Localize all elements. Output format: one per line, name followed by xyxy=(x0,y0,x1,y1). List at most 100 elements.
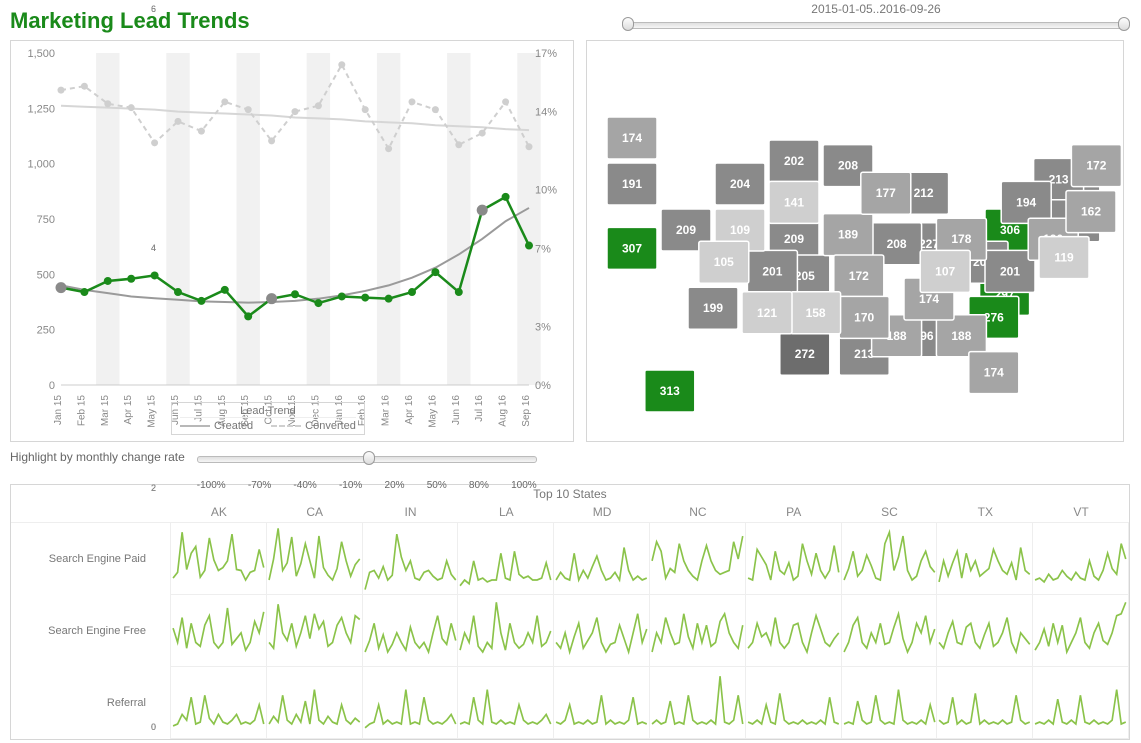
spark-cell[interactable] xyxy=(746,595,842,667)
svg-text:Mar 15: Mar 15 xyxy=(100,395,111,427)
spark-cell[interactable] xyxy=(458,523,554,595)
small-multiples-panel: Top 10 States AKCAINLAMDNCPASCTXVT6420Se… xyxy=(10,484,1130,740)
spark-cell[interactable] xyxy=(650,667,746,739)
spark-cell[interactable] xyxy=(171,523,267,595)
svg-text:10%: 10% xyxy=(535,185,557,197)
svg-text:172: 172 xyxy=(1086,159,1106,173)
svg-text:Jun 16: Jun 16 xyxy=(451,395,462,425)
spark-cell[interactable] xyxy=(267,595,363,667)
svg-text:170: 170 xyxy=(854,310,874,324)
date-slider-handle-right[interactable] xyxy=(1118,17,1130,31)
state-header: PA xyxy=(746,501,842,523)
spark-cell[interactable] xyxy=(650,595,746,667)
svg-text:Feb 15: Feb 15 xyxy=(76,395,87,427)
row-label: 6420Referral xyxy=(11,667,171,739)
spark-cell[interactable] xyxy=(842,667,938,739)
svg-text:105: 105 xyxy=(714,255,734,269)
small-multiples-title: Top 10 States xyxy=(11,487,1129,501)
state-header: TX xyxy=(937,501,1033,523)
spark-cell[interactable] xyxy=(458,595,554,667)
state-header: SC xyxy=(842,501,938,523)
svg-text:Apr 15: Apr 15 xyxy=(123,395,134,425)
svg-text:1,500: 1,500 xyxy=(27,48,55,60)
svg-text:194: 194 xyxy=(1016,195,1036,209)
state-header: LA xyxy=(458,501,554,523)
legend-converted: Converted xyxy=(305,420,356,432)
spark-cell[interactable] xyxy=(842,595,938,667)
date-range-slider[interactable]: 2015-01-05..2016-09-26 xyxy=(625,2,1127,32)
spark-cell[interactable] xyxy=(267,523,363,595)
spark-cell[interactable] xyxy=(171,667,267,739)
svg-text:Sep 16: Sep 16 xyxy=(521,395,532,427)
svg-text:Mar 16: Mar 16 xyxy=(381,395,392,427)
spark-cell[interactable] xyxy=(554,667,650,739)
date-slider-track[interactable] xyxy=(625,22,1127,29)
spark-cell[interactable] xyxy=(171,595,267,667)
svg-text:209: 209 xyxy=(676,223,696,237)
spark-cell[interactable] xyxy=(842,523,938,595)
svg-text:204: 204 xyxy=(730,177,750,191)
svg-text:Aug 16: Aug 16 xyxy=(498,395,509,427)
svg-text:188: 188 xyxy=(951,329,971,343)
svg-text:May 16: May 16 xyxy=(427,395,438,428)
lead-trend-chart[interactable]: 02505007501,0001,2501,5000%3%7%10%14%17%… xyxy=(10,40,574,442)
svg-text:178: 178 xyxy=(951,232,971,246)
highlight-label: Highlight by monthly change rate xyxy=(10,450,185,464)
spark-cell[interactable] xyxy=(458,667,554,739)
legend-title: Lead Trend xyxy=(180,405,356,418)
state-header: VT xyxy=(1033,501,1129,523)
spark-cell[interactable] xyxy=(937,595,1033,667)
spark-cell[interactable] xyxy=(937,667,1033,739)
spark-cell[interactable] xyxy=(363,667,459,739)
svg-text:201: 201 xyxy=(762,264,782,278)
spark-cell[interactable] xyxy=(554,595,650,667)
lead-trend-svg: 02505007501,0001,2501,5000%3%7%10%14%17%… xyxy=(11,41,573,441)
state-header: MD xyxy=(554,501,650,523)
spark-cell[interactable] xyxy=(746,667,842,739)
svg-text:0: 0 xyxy=(49,380,55,392)
svg-text:121: 121 xyxy=(757,306,777,320)
us-map-chart[interactable]: 3133073062972762722272232132132122112092… xyxy=(586,40,1124,442)
svg-text:199: 199 xyxy=(703,301,723,315)
svg-text:14%: 14% xyxy=(535,107,557,119)
legend-box: Lead Trend Created Converted xyxy=(171,402,365,435)
highlight-slider-handle[interactable] xyxy=(363,451,375,465)
svg-text:750: 750 xyxy=(37,214,55,226)
svg-text:Jul 16: Jul 16 xyxy=(474,395,485,422)
legend-created: Created xyxy=(214,420,253,432)
svg-text:306: 306 xyxy=(1000,223,1020,237)
spark-cell[interactable] xyxy=(1033,523,1129,595)
spark-cell[interactable] xyxy=(267,667,363,739)
svg-text:174: 174 xyxy=(984,366,1004,380)
highlight-slider[interactable]: -100%-70%-40%-10%20%50%80%100% xyxy=(197,450,537,480)
svg-text:3%: 3% xyxy=(535,321,551,333)
svg-text:500: 500 xyxy=(37,269,55,281)
spark-cell[interactable] xyxy=(1033,595,1129,667)
spark-cell[interactable] xyxy=(650,523,746,595)
svg-text:141: 141 xyxy=(784,195,804,209)
state-header: IN xyxy=(363,501,459,523)
svg-text:250: 250 xyxy=(37,325,55,337)
date-slider-handle-left[interactable] xyxy=(622,17,634,31)
svg-text:1,250: 1,250 xyxy=(27,103,55,115)
svg-text:174: 174 xyxy=(622,131,642,145)
svg-text:191: 191 xyxy=(622,177,642,191)
svg-text:107: 107 xyxy=(935,264,955,278)
svg-text:17%: 17% xyxy=(535,48,557,60)
svg-text:272: 272 xyxy=(795,347,815,361)
spark-cell[interactable] xyxy=(363,523,459,595)
spark-cell[interactable] xyxy=(1033,667,1129,739)
spark-cell[interactable] xyxy=(363,595,459,667)
svg-text:Apr 16: Apr 16 xyxy=(404,395,415,425)
svg-text:212: 212 xyxy=(914,186,934,200)
svg-text:202: 202 xyxy=(784,154,804,168)
svg-text:307: 307 xyxy=(622,241,642,255)
svg-text:208: 208 xyxy=(838,159,858,173)
spark-cell[interactable] xyxy=(746,523,842,595)
svg-text:0%: 0% xyxy=(535,380,551,392)
spark-cell[interactable] xyxy=(937,523,1033,595)
svg-text:109: 109 xyxy=(730,223,750,237)
state-header: NC xyxy=(650,501,746,523)
svg-text:Jan 15: Jan 15 xyxy=(53,395,64,425)
spark-cell[interactable] xyxy=(554,523,650,595)
